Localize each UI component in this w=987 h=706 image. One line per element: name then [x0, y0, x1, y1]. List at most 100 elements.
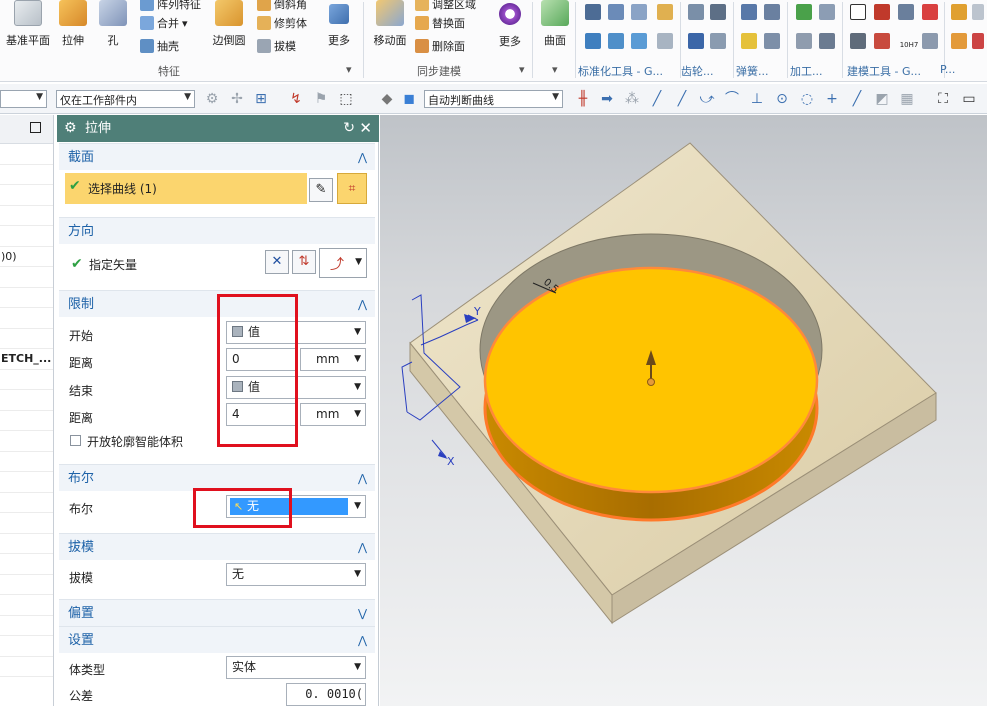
point-select-icon[interactable]: ◆	[378, 91, 396, 107]
group-label-machining[interactable]: 加工...	[790, 63, 823, 79]
dropdown-arrow-icon[interactable]: ▾	[346, 63, 352, 76]
collapse-icon[interactable]: ⋀	[358, 627, 367, 654]
type-filter-combo[interactable]: ▼	[0, 90, 47, 108]
trim-body-button[interactable]: 修剪体	[257, 14, 307, 32]
navigator-row[interactable]	[0, 226, 53, 247]
group-label-spring[interactable]: 弹簧...	[736, 63, 769, 79]
draft-header[interactable]: 拔模 ⋀	[59, 533, 375, 560]
spring-tool-icon[interactable]	[741, 4, 757, 20]
fit-view-icon[interactable]: ⛶	[934, 91, 952, 107]
gear-tool-icon[interactable]	[688, 33, 704, 49]
modeling-tool-icon[interactable]	[874, 4, 890, 20]
modeling-tool-icon[interactable]	[850, 33, 866, 49]
body-type-select[interactable]: 实体 ▼	[226, 656, 366, 679]
chamfer-button[interactable]: 倒斜角	[257, 0, 307, 13]
machining-tool-icon[interactable]	[796, 4, 812, 20]
navigator-row[interactable]	[0, 308, 53, 329]
sketch-section-button[interactable]: ✎	[309, 178, 333, 202]
spring-tool-icon[interactable]	[741, 33, 757, 49]
spring-tool-icon[interactable]	[764, 4, 780, 20]
adjust-region-button[interactable]: 调整区域	[415, 0, 476, 13]
navigator-row[interactable]	[0, 595, 53, 616]
machining-tool-icon[interactable]	[796, 33, 812, 49]
unite-button[interactable]: 合并 ▾	[140, 14, 188, 32]
snap-quadrant-icon[interactable]: ◌	[798, 91, 816, 107]
standard-tool-icon[interactable]	[657, 33, 673, 49]
standard-tool-icon[interactable]	[631, 33, 647, 49]
maximize-icon[interactable]	[30, 122, 41, 133]
snap-center-icon[interactable]: ⊙	[773, 91, 791, 107]
group-label-modeling-tools[interactable]: 建模工具 - G...	[847, 63, 921, 79]
reverse-direction-button[interactable]: ✕	[265, 250, 289, 274]
datum-plane-button[interactable]: 基准平面	[4, 0, 52, 48]
standard-tool-icon[interactable]	[657, 4, 673, 20]
shell-button[interactable]: 抽壳	[140, 37, 179, 55]
collapse-icon[interactable]: ⋀	[358, 534, 367, 561]
navigator-row[interactable]	[0, 616, 53, 636]
snap-line-icon[interactable]: ╱	[848, 91, 866, 107]
navigator-row[interactable]	[0, 534, 53, 554]
group-label-p[interactable]: P...	[940, 63, 955, 76]
snap-line-icon[interactable]: ╱	[673, 91, 691, 107]
graphics-viewport[interactable]: 0.5 Y X	[380, 115, 987, 706]
gear-tool-icon[interactable]	[688, 4, 704, 20]
open-profile-checkbox[interactable]	[70, 435, 81, 446]
snap-point-icon[interactable]: ⁂	[623, 91, 641, 107]
navigator-row[interactable]: ETCH_...	[0, 349, 53, 370]
extrude-button[interactable]: 拉伸	[55, 0, 91, 48]
reset-icon[interactable]: ↻	[343, 115, 355, 142]
group-label-standard-tools[interactable]: 标准化工具 - G...	[578, 63, 663, 79]
machining-tool-icon[interactable]	[819, 4, 835, 20]
dropdown-arrow-icon[interactable]: ▾	[552, 63, 558, 76]
offset-header[interactable]: 偏置 ⋁	[59, 599, 375, 626]
navigator-row[interactable]	[0, 575, 53, 595]
plugin-tool-icon[interactable]	[972, 33, 984, 49]
snap-arrow-icon[interactable]: ➡	[598, 91, 616, 107]
selection-intent-icon[interactable]: ⚑	[312, 91, 330, 107]
window-icon[interactable]: ▭	[960, 91, 978, 107]
collapse-icon[interactable]: ⋀	[358, 291, 367, 318]
modeling-tool-icon[interactable]	[898, 4, 914, 20]
more-sync-button[interactable]: 更多	[494, 0, 526, 49]
select-curve-row[interactable]: ✔ 选择曲线 (1)	[65, 173, 307, 204]
close-icon[interactable]: ✕	[359, 115, 372, 142]
plugin-tool-icon[interactable]	[951, 33, 967, 49]
cube-select-icon[interactable]: ◼	[400, 91, 418, 107]
standard-tool-icon[interactable]	[585, 4, 601, 20]
navigator-row[interactable]	[0, 411, 53, 431]
collapse-icon[interactable]: ⋀	[358, 465, 367, 492]
navigator-row[interactable]	[0, 554, 53, 575]
curve-select-button[interactable]: ⌗	[337, 173, 367, 204]
navigator-row[interactable]	[0, 144, 53, 165]
navigator-row[interactable]	[0, 390, 53, 411]
snap-curve-icon[interactable]: ⤻	[698, 91, 716, 107]
tolerance-input[interactable]: 0. 0010(	[286, 683, 366, 706]
navigator-row[interactable]: )0)	[0, 247, 53, 267]
draft-button[interactable]: 拔模	[257, 37, 296, 55]
standard-tool-icon[interactable]	[631, 4, 647, 20]
start-unit-select[interactable]: mm ▼	[300, 348, 366, 371]
navigator-row[interactable]	[0, 329, 53, 349]
settings-header[interactable]: 设置 ⋀	[59, 626, 375, 653]
plugin-tool-icon[interactable]	[972, 4, 984, 20]
selection-intent-icon[interactable]: ↯	[287, 91, 305, 107]
snap-face-icon[interactable]: ◩	[873, 91, 891, 107]
snap-endpoint-icon[interactable]: ╫	[574, 91, 592, 107]
snap-line-icon[interactable]: ╱	[648, 91, 666, 107]
modeling-tool-icon[interactable]	[922, 33, 938, 49]
navigator-row[interactable]	[0, 370, 53, 390]
triangle-tool-icon[interactable]	[850, 4, 866, 20]
gear-tool-icon[interactable]	[710, 33, 726, 49]
navigator-row[interactable]	[0, 493, 53, 513]
collapse-icon[interactable]: ⋀	[358, 144, 367, 171]
edge-blend-button[interactable]: 边倒圆	[208, 0, 250, 48]
gear-tool-icon[interactable]	[710, 4, 726, 20]
spring-tool-icon[interactable]	[764, 33, 780, 49]
surface-button[interactable]: 曲面	[538, 0, 572, 48]
curve-rule-combo[interactable]: 自动判断曲线 ▼	[424, 90, 563, 108]
group-label-gear[interactable]: 齿轮...	[681, 63, 714, 79]
navigator-row[interactable]	[0, 657, 53, 677]
navigator-row[interactable]	[0, 185, 53, 206]
replace-face-button[interactable]: 替换面	[415, 14, 465, 32]
navigator-row[interactable]	[0, 165, 53, 185]
